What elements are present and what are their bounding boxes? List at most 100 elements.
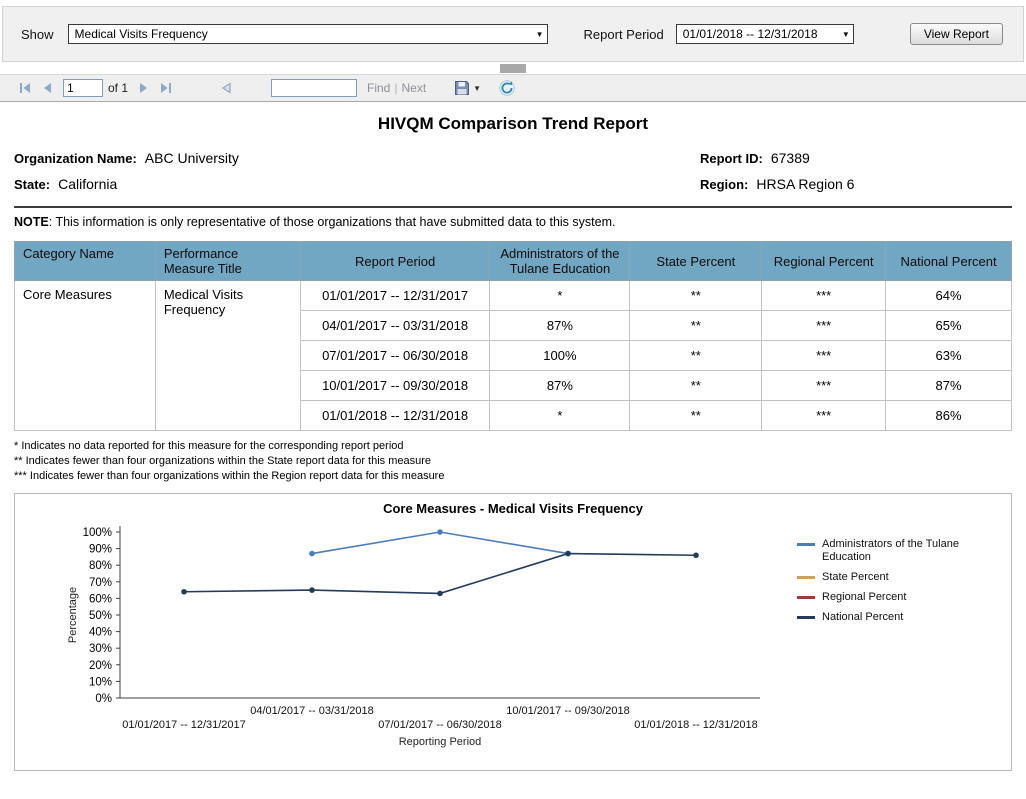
cell-state-percent: ** bbox=[630, 371, 762, 401]
cell-report-period: 01/01/2017 -- 12/31/2017 bbox=[300, 281, 490, 311]
page-title: HIVQM Comparison Trend Report bbox=[0, 114, 1026, 134]
view-report-button[interactable]: View Report bbox=[910, 23, 1003, 45]
svg-text:Reporting Period: Reporting Period bbox=[399, 736, 482, 748]
organization-name-label: Organization Name: bbox=[14, 151, 137, 166]
legend-swatch bbox=[797, 596, 815, 599]
page-count-label: of 1 bbox=[108, 81, 128, 95]
report-period-select-value: 01/01/2018 -- 12/31/2018 bbox=[683, 27, 836, 41]
svg-text:01/01/2017 -- 12/31/2017: 01/01/2017 -- 12/31/2017 bbox=[122, 719, 246, 731]
footnotes: * Indicates no data reported for this me… bbox=[14, 439, 1012, 484]
svg-text:07/01/2017 -- 06/30/2018: 07/01/2017 -- 06/30/2018 bbox=[378, 719, 502, 731]
next-link[interactable]: Next bbox=[401, 81, 426, 95]
find-next-separator: | bbox=[394, 81, 397, 95]
export-button[interactable]: ▼ bbox=[454, 80, 481, 96]
cell-national-percent: 63% bbox=[886, 341, 1012, 371]
region-value: HRSA Region 6 bbox=[756, 176, 854, 192]
chevron-down-icon: ▼ bbox=[536, 30, 544, 39]
svg-text:Percentage: Percentage bbox=[67, 587, 79, 643]
legend-swatch bbox=[797, 576, 815, 579]
svg-text:10/01/2017 -- 09/30/2018: 10/01/2017 -- 09/30/2018 bbox=[506, 705, 630, 717]
next-page-icon[interactable] bbox=[135, 80, 153, 96]
cell-category-name: Core Measures bbox=[15, 281, 156, 431]
header-administrators: Administrators of the Tulane Education bbox=[490, 242, 630, 281]
legend-label: National Percent bbox=[822, 611, 903, 624]
state-field: State: California bbox=[14, 176, 700, 192]
trend-chart: Core Measures - Medical Visits Frequency… bbox=[14, 493, 1012, 771]
cell-state-percent: ** bbox=[630, 311, 762, 341]
svg-text:30%: 30% bbox=[89, 643, 112, 655]
cell-national-percent: 87% bbox=[886, 371, 1012, 401]
find-input[interactable] bbox=[271, 79, 357, 97]
legend-item: Regional Percent bbox=[797, 591, 1005, 604]
parameter-toolbar: Show Medical Visits Frequency ▼ Report P… bbox=[2, 6, 1024, 62]
footnote-line: * Indicates no data reported for this me… bbox=[14, 439, 1012, 454]
cell-national-percent: 64% bbox=[886, 281, 1012, 311]
previous-page-icon[interactable] bbox=[38, 80, 56, 96]
footnote-line: *** Indicates fewer than four organizati… bbox=[14, 469, 1012, 484]
header-category-name: Category Name bbox=[15, 242, 156, 281]
report-period-select[interactable]: 01/01/2018 -- 12/31/2018 ▼ bbox=[676, 24, 854, 44]
save-icon bbox=[454, 80, 470, 96]
report-id-field: Report ID: 67389 bbox=[700, 150, 1012, 166]
splitter-collapse-handle[interactable] bbox=[500, 64, 526, 73]
report-id-value: 67389 bbox=[771, 150, 810, 166]
cell-report-period: 10/01/2017 -- 09/30/2018 bbox=[300, 371, 490, 401]
show-label: Show bbox=[21, 27, 54, 42]
cell-regional-percent: *** bbox=[762, 281, 886, 311]
cell-state-percent: ** bbox=[630, 281, 762, 311]
chart-title: Core Measures - Medical Visits Frequency bbox=[15, 501, 1011, 516]
table-header-row: Category Name Performance Measure Title … bbox=[15, 242, 1012, 281]
state-label: State: bbox=[14, 177, 50, 192]
cell-report-period: 04/01/2017 -- 03/31/2018 bbox=[300, 311, 490, 341]
cell-regional-percent: *** bbox=[762, 341, 886, 371]
cell-administrators: 100% bbox=[490, 341, 630, 371]
cell-measure-title: Medical Visits Frequency bbox=[155, 281, 300, 431]
legend-item: Administrators of the Tulane Education bbox=[797, 538, 1005, 564]
svg-text:50%: 50% bbox=[89, 610, 112, 622]
note-label: NOTE bbox=[14, 215, 49, 229]
organization-name-value: ABC University bbox=[145, 150, 239, 166]
cell-regional-percent: *** bbox=[762, 401, 886, 431]
cell-report-period: 07/01/2017 -- 06/30/2018 bbox=[300, 341, 490, 371]
legend-label: State Percent bbox=[822, 571, 889, 584]
state-value: California bbox=[58, 176, 117, 192]
show-select[interactable]: Medical Visits Frequency ▼ bbox=[68, 24, 548, 44]
footnote-line: ** Indicates fewer than four organizatio… bbox=[14, 454, 1012, 469]
svg-text:10%: 10% bbox=[89, 676, 112, 688]
svg-text:20%: 20% bbox=[89, 660, 112, 672]
svg-text:04/01/2017 -- 03/31/2018: 04/01/2017 -- 03/31/2018 bbox=[250, 705, 374, 717]
comparison-table: Category Name Performance Measure Title … bbox=[14, 241, 1012, 431]
header-report-period: Report Period bbox=[300, 242, 490, 281]
cell-state-percent: ** bbox=[630, 401, 762, 431]
legend-item: National Percent bbox=[797, 611, 1005, 624]
show-select-value: Medical Visits Frequency bbox=[75, 27, 530, 41]
back-arrow-icon[interactable] bbox=[217, 80, 235, 96]
cell-state-percent: ** bbox=[630, 341, 762, 371]
cell-regional-percent: *** bbox=[762, 371, 886, 401]
report-id-label: Report ID: bbox=[700, 151, 763, 166]
svg-text:01/01/2018 -- 12/31/2018: 01/01/2018 -- 12/31/2018 bbox=[634, 719, 758, 731]
parameter-splitter bbox=[0, 62, 1026, 74]
svg-text:40%: 40% bbox=[89, 627, 112, 639]
cell-report-period: 01/01/2018 -- 12/31/2018 bbox=[300, 401, 490, 431]
find-link[interactable]: Find bbox=[367, 81, 390, 95]
chevron-down-icon: ▼ bbox=[842, 30, 850, 39]
divider bbox=[14, 206, 1012, 208]
page-number-input[interactable] bbox=[63, 79, 103, 97]
organization-name-field: Organization Name: ABC University bbox=[14, 150, 700, 166]
refresh-icon[interactable] bbox=[499, 80, 515, 96]
chart-canvas: 0%10%20%30%40%50%60%70%80%90%100%01/01/2… bbox=[15, 516, 795, 764]
last-page-icon[interactable] bbox=[157, 80, 175, 96]
legend-label: Regional Percent bbox=[822, 591, 906, 604]
legend-swatch bbox=[797, 543, 815, 546]
svg-text:90%: 90% bbox=[89, 544, 112, 556]
first-page-icon[interactable] bbox=[16, 80, 34, 96]
region-field: Region:HRSA Region 6 bbox=[700, 176, 1012, 192]
export-dropdown-caret: ▼ bbox=[473, 84, 481, 93]
svg-text:70%: 70% bbox=[89, 577, 112, 589]
chart-legend: Administrators of the Tulane Education St… bbox=[797, 516, 1011, 767]
svg-text:80%: 80% bbox=[89, 560, 112, 572]
legend-label: Administrators of the Tulane Education bbox=[822, 538, 1005, 564]
svg-text:60%: 60% bbox=[89, 593, 112, 605]
cell-national-percent: 65% bbox=[886, 311, 1012, 341]
